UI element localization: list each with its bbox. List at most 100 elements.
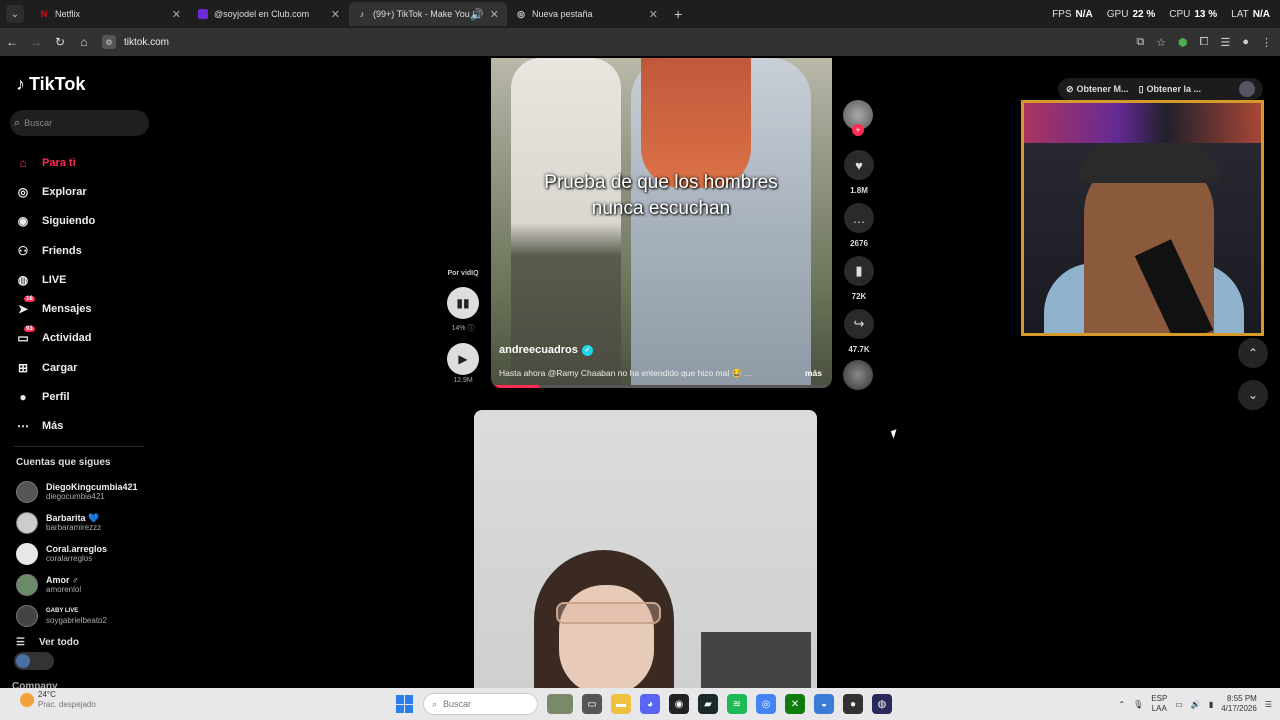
volume-icon[interactable]: 🔊: [1191, 700, 1201, 709]
following-item[interactable]: GABY LIVE soygabrielbeato2: [16, 600, 156, 631]
task-view-icon[interactable]: ▭: [582, 694, 602, 714]
scroll-down-button[interactable]: ⌄: [1238, 380, 1268, 410]
vidiq-label: Por vidIQ: [447, 270, 479, 277]
media-icon[interactable]: ☰: [1220, 36, 1230, 49]
avatar: [16, 604, 38, 627]
battery-icon[interactable]: ▮: [1209, 700, 1213, 709]
get-app-button[interactable]: ▯ Obtener la ...: [1139, 84, 1201, 95]
tab-new[interactable]: ◎ Nueva pestaña ✕: [508, 2, 666, 26]
taskbar-apps: ⌕ Buscar ▭ ▬ ◕ ◉ ▰ ≋ ◎ ✕ ◒ ● ◍: [396, 692, 892, 716]
share-icon[interactable]: ↪: [844, 309, 874, 339]
microphone-icon[interactable]: 🎙: [1133, 700, 1143, 709]
new-tab-button[interactable]: +: [674, 6, 682, 22]
extensions-icon[interactable]: ⧠: [1200, 36, 1209, 49]
tab-club[interactable]: @soyjodel en Club.com ✕: [190, 2, 348, 26]
music-disc-icon[interactable]: [843, 360, 873, 390]
weather-widget[interactable]: 24°C Prac. despejado: [20, 690, 96, 710]
tab-netflix[interactable]: N Netflix ✕: [31, 2, 189, 26]
back-icon[interactable]: ←: [0, 35, 24, 49]
following-username: barbaramirezzz: [46, 523, 102, 532]
following-item[interactable]: Coral.arreglos coralarreglos: [16, 538, 156, 569]
nav-para-ti[interactable]: ⌂ Para ti: [14, 148, 154, 177]
share-action[interactable]: ↪ 47.7K: [843, 309, 875, 354]
tiktok-logo[interactable]: ♪ TikTok: [16, 74, 85, 95]
following-item[interactable]: DiegoKingcumbia421 diegocumbia421: [16, 476, 156, 507]
comment-icon[interactable]: …: [844, 203, 874, 233]
xbox-icon[interactable]: ✕: [785, 694, 805, 714]
following-name: Barbarita 💙: [46, 513, 100, 523]
video-player-1[interactable]: Prueba de que los hombres nunca escuchan…: [491, 58, 832, 388]
profile-avatar-icon[interactable]: ●: [1242, 36, 1249, 48]
spotify-icon[interactable]: ≋: [727, 694, 747, 714]
more-link[interactable]: más: [805, 368, 822, 378]
bookmark-star-icon[interactable]: ☆: [1156, 36, 1166, 49]
nav-cargar[interactable]: ⊞ Cargar: [14, 353, 154, 382]
speaker-icon[interactable]: 🔊: [470, 8, 484, 21]
file-explorer-icon[interactable]: ▬: [611, 694, 631, 714]
vidiq-controls: Por vidIQ ▮▮ 14% ⓘ ▶ 12.9M: [443, 270, 483, 384]
creator-avatar[interactable]: +: [843, 100, 873, 136]
like-action[interactable]: ♥ 1.8M: [843, 150, 875, 195]
obs-icon[interactable]: ◉: [669, 694, 689, 714]
nav-explorar[interactable]: ◎ Explorar: [14, 177, 154, 206]
see-all-link[interactable]: ☰ Ver todo: [16, 637, 79, 648]
comment-action[interactable]: … 2676: [843, 203, 875, 248]
scroll-up-button[interactable]: ⌃: [1238, 338, 1268, 368]
lat-label: LAT: [1231, 8, 1249, 20]
follow-plus-icon[interactable]: +: [852, 124, 864, 136]
user-avatar[interactable]: [1239, 81, 1255, 97]
site-info-icon[interactable]: ⚙: [102, 35, 116, 49]
windows-start-icon[interactable]: [396, 695, 414, 713]
get-download-button[interactable]: ⊘ Obtener M...: [1066, 84, 1129, 95]
install-icon[interactable]: ⧉: [1136, 36, 1144, 49]
notification-icon[interactable]: ☰: [1265, 700, 1272, 709]
stats-button[interactable]: ▮▮: [447, 287, 479, 319]
activity-badge: 93: [24, 325, 35, 332]
nav-friends[interactable]: ⚇ Friends: [14, 236, 154, 265]
forward-icon[interactable]: →: [24, 35, 48, 49]
language-indicator[interactable]: ESP LAA: [1151, 694, 1167, 714]
reload-icon[interactable]: ↻: [48, 35, 72, 49]
taskbar-search[interactable]: ⌕ Buscar: [423, 693, 538, 715]
home-browser-icon[interactable]: ⌂: [72, 35, 96, 49]
heart-icon[interactable]: ♥: [844, 150, 874, 180]
menu-icon[interactable]: ⋮: [1261, 36, 1272, 49]
nav-mas[interactable]: ⋯ Más: [14, 412, 154, 441]
network-icon[interactable]: ▭: [1175, 700, 1183, 709]
nav-perfil[interactable]: ● Perfil: [14, 382, 154, 411]
webcam-lights: [1024, 103, 1261, 143]
nav-actividad[interactable]: ▭ 93 Actividad: [14, 324, 154, 353]
nav-live[interactable]: ◍ LIVE: [14, 265, 154, 294]
nav-siguiendo[interactable]: ◉ Siguiendo: [14, 207, 154, 236]
tray-chevron-icon[interactable]: ⌃: [1118, 700, 1125, 709]
video-author[interactable]: andreecuadros ✓: [499, 344, 593, 356]
tab-search-button[interactable]: ⌄: [6, 5, 24, 23]
video-player-2[interactable]: [474, 410, 817, 688]
search-input[interactable]: ⌕ Buscar: [10, 110, 149, 136]
bookmark-icon[interactable]: ▮: [844, 256, 874, 286]
shield-extension-icon[interactable]: ⬢: [1178, 36, 1188, 49]
close-tab-icon[interactable]: ✕: [331, 8, 340, 21]
video-scene-person-1: [511, 58, 621, 388]
video-progress-bar[interactable]: [491, 385, 832, 388]
cpu-value: 13 %: [1194, 8, 1218, 20]
terminal-icon[interactable]: ▰: [698, 694, 718, 714]
tab-tiktok[interactable]: ♪ (99+) TikTok - Make Your Da 🔊 ✕: [349, 2, 507, 26]
url-field[interactable]: ⚙ tiktok.com: [102, 35, 169, 49]
following-item[interactable]: Barbarita 💙 barbaramirezzz: [16, 507, 156, 538]
close-tab-icon[interactable]: ✕: [649, 8, 658, 21]
close-tab-icon[interactable]: ✕: [172, 8, 181, 21]
app-icon-2[interactable]: ◍: [872, 694, 892, 714]
clock[interactable]: 8:55 PM 4/17/2026: [1221, 694, 1257, 714]
discord-icon[interactable]: ◕: [640, 694, 660, 714]
messenger-icon[interactable]: ◒: [814, 694, 834, 714]
chrome-icon[interactable]: ◎: [756, 694, 776, 714]
close-tab-icon[interactable]: ✕: [490, 8, 499, 21]
sidebar-toggle[interactable]: [14, 652, 54, 670]
save-action[interactable]: ▮ 72K: [843, 256, 875, 301]
play-button[interactable]: ▶: [447, 343, 479, 375]
app-icon[interactable]: ●: [843, 694, 863, 714]
following-item[interactable]: Amor ♂ amorenlol: [16, 569, 156, 600]
widgets-icon[interactable]: [547, 694, 573, 714]
nav-mensajes[interactable]: ➤ 16 Mensajes: [14, 294, 154, 323]
